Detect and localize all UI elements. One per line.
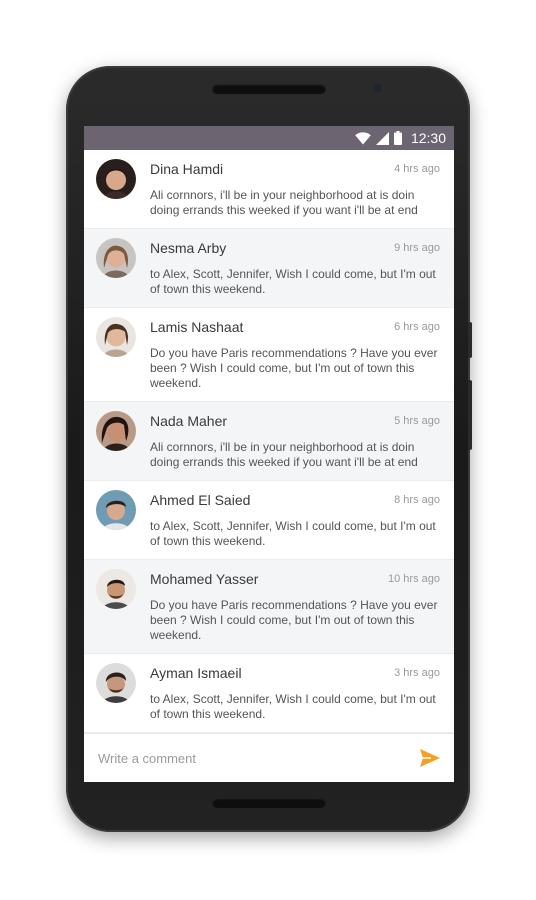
comment-text: Ali cornnors, i'll be in your neighborho… xyxy=(150,440,418,469)
comment-text: to Alex, Scott, Jennifer, Wish I could c… xyxy=(150,267,436,296)
send-icon[interactable] xyxy=(418,746,442,770)
status-time: 12:30 xyxy=(410,130,446,146)
comment-text: to Alex, Scott, Jennifer, Wish I could c… xyxy=(150,692,436,721)
list-item[interactable]: Dina Hamdi 4 hrs ago Ali cornnors, i'll … xyxy=(84,150,454,229)
avatar[interactable] xyxy=(96,159,136,199)
bottom-speaker xyxy=(212,798,326,808)
list-item[interactable]: Nesma Arby 9 hrs ago to Alex, Scott, Jen… xyxy=(84,229,454,308)
timestamp: 5 hrs ago xyxy=(394,415,440,427)
avatar[interactable] xyxy=(96,663,136,703)
battery-icon xyxy=(393,131,402,145)
list-item[interactable]: Ayman Ismaeil 3 hrs ago to Alex, Scott, … xyxy=(84,654,454,733)
timestamp: 6 hrs ago xyxy=(394,321,440,333)
list-item[interactable]: Lamis Nashaat 6 hrs ago Do you have Pari… xyxy=(84,308,454,402)
timestamp: 8 hrs ago xyxy=(394,494,440,506)
earpiece-speaker xyxy=(212,84,326,94)
timestamp: 3 hrs ago xyxy=(394,667,440,679)
status-bar: 12:30 xyxy=(84,126,454,150)
power-button xyxy=(468,322,472,358)
comment-text: Do you have Paris recommendations ? Have… xyxy=(150,346,438,390)
comment-text: Do you have Paris recommendations ? Have… xyxy=(150,598,438,642)
list-item[interactable]: Nada Maher 5 hrs ago Ali cornnors, i'll … xyxy=(84,402,454,481)
avatar[interactable] xyxy=(96,569,136,609)
list-item[interactable]: Mohamed Yasser 10 hrs ago Do you have Pa… xyxy=(84,560,454,654)
timestamp: 9 hrs ago xyxy=(394,242,440,254)
signal-icon xyxy=(375,131,389,145)
avatar[interactable] xyxy=(96,411,136,451)
avatar[interactable] xyxy=(96,238,136,278)
comment-composer xyxy=(84,733,454,782)
comment-input[interactable] xyxy=(96,749,418,767)
list-item[interactable]: Ahmed El Saied 8 hrs ago to Alex, Scott,… xyxy=(84,481,454,560)
front-camera xyxy=(374,84,382,92)
comment-text: Ali cornnors, i'll be in your neighborho… xyxy=(150,188,418,217)
timestamp: 4 hrs ago xyxy=(394,163,440,175)
timestamp: 10 hrs ago xyxy=(388,573,440,585)
avatar[interactable] xyxy=(96,490,136,530)
avatar[interactable] xyxy=(96,317,136,357)
wifi-icon xyxy=(355,131,371,145)
comment-text: to Alex, Scott, Jennifer, Wish I could c… xyxy=(150,519,436,548)
comment-list[interactable]: Dina Hamdi 4 hrs ago Ali cornnors, i'll … xyxy=(84,150,454,734)
volume-button xyxy=(468,380,472,450)
screen: 12:30 Dina Hamdi 4 hrs ago Ali cornnors,… xyxy=(84,126,454,782)
